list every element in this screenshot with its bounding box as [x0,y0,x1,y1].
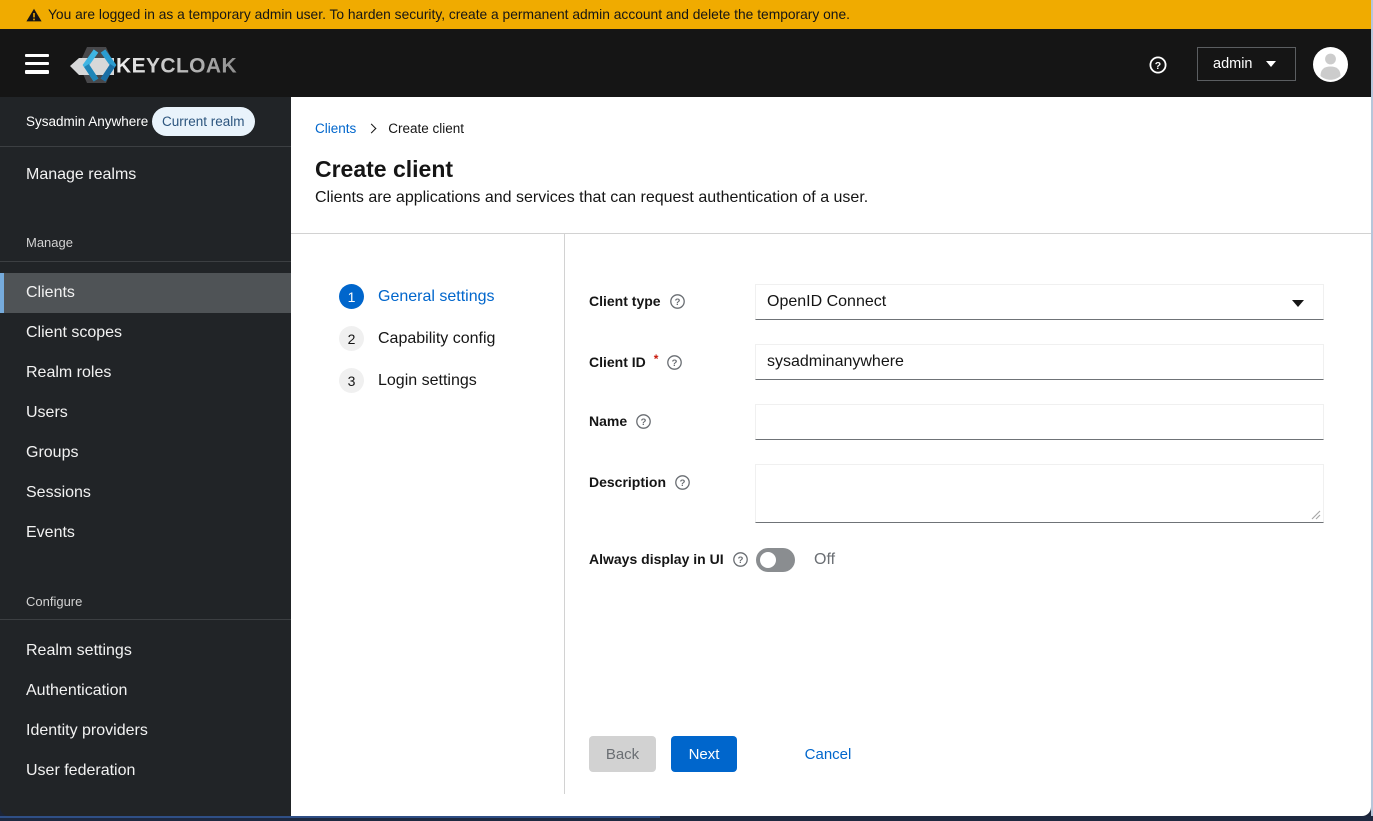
svg-text:?: ? [737,555,743,566]
svg-text:?: ? [1155,60,1161,72]
svg-text:KEYCLOAK: KEYCLOAK [116,55,237,78]
svg-text:?: ? [674,297,680,308]
svg-text:?: ? [672,358,678,369]
svg-text:?: ? [641,417,647,428]
svg-text:?: ? [680,478,686,489]
